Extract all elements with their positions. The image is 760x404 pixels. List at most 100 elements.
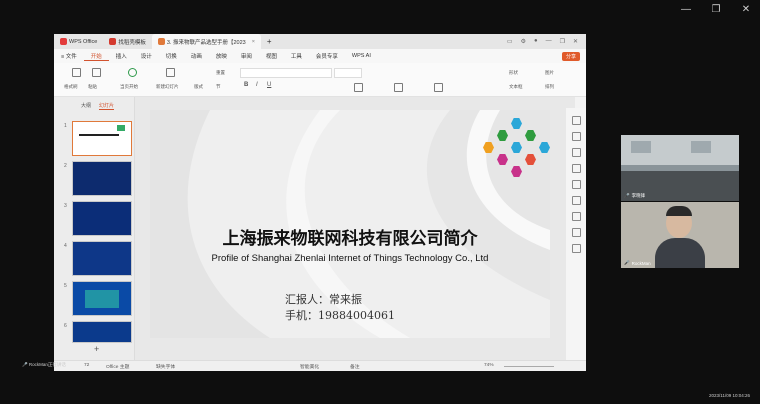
menu-review[interactable]: 审阅 [234,52,259,60]
slide-count: 72 [84,363,90,368]
status-bar: 72 Office 主题 缺失字体 智能美化 备注 74% [54,360,586,371]
tab-label: 3. 振来物联产品选型手册【2023 [166,39,246,46]
thumb-number: 1 [64,123,67,129]
theme-name[interactable]: Office 主题 [106,363,129,370]
property-icon[interactable] [572,116,581,125]
format-painter-label: 格式刷 [64,84,78,89]
maximize-icon[interactable]: ❐ [710,4,722,15]
slide-thumbnail-6[interactable] [72,321,132,343]
current-slide[interactable]: 上海振来物联网科技有限公司简介 Profile of Shanghai Zhen… [150,110,550,338]
textbox-label[interactable]: 文本框 [509,84,523,90]
minimize-icon[interactable]: — [546,38,552,45]
underline-button[interactable]: U [267,82,271,88]
video-tile-speaker[interactable]: 🎤 RockMan [621,202,739,268]
reset-label[interactable]: 重置 [216,70,225,76]
tab-label: WPS Office [69,38,98,45]
slide-thumbnail-2[interactable] [72,161,132,196]
tab-template[interactable]: 找稻壳模板 [103,34,152,49]
tab-outline[interactable]: 大纲 [81,102,91,110]
help-icon[interactable] [572,228,581,237]
video-tile-classroom[interactable]: 🎤 李晓锋 [621,135,739,201]
menu-design[interactable]: 设计 [134,52,159,60]
speaking-indicator: 🎤 RockMan正在讲话 [22,362,66,368]
animation-icon[interactable] [572,148,581,157]
slide-thumbnail-3[interactable] [72,201,132,236]
thumb-number: 6 [64,323,67,329]
bullets-icon[interactable] [394,83,403,92]
add-slide-button[interactable]: + [94,344,99,354]
menu-bar: ≡ 文件 开始 插入 设计 切换 动画 放映 审阅 视图 工具 会员专享 WPS… [54,49,586,63]
bold-button[interactable]: B [244,82,248,88]
arrange-label[interactable]: 排列 [545,84,554,90]
slide-thumbnail-1[interactable] [72,121,132,156]
menu-file[interactable]: ≡ 文件 [54,52,84,60]
menu-member[interactable]: 会员专享 [309,52,345,60]
menu-wps-ai[interactable]: WPS AI [345,53,378,59]
slide-reporter: 汇报人：常来振 [285,293,362,306]
tab-wps-office[interactable]: WPS Office [54,34,103,49]
new-tab-button[interactable]: + [261,34,278,49]
font-name-select[interactable] [240,68,332,78]
tab-close-icon[interactable]: × [252,39,255,45]
shape-label[interactable]: 形状 [509,70,518,76]
minimize-icon[interactable]: — [680,4,692,15]
thumb-number: 4 [64,243,67,249]
close-icon[interactable]: ✕ [740,4,752,15]
play-icon[interactable] [128,68,137,77]
new-slide-label: 新建幻灯片 [156,84,179,89]
menu-animation[interactable]: 动画 [184,52,209,60]
tab-slides[interactable]: 幻灯片 [99,102,115,110]
paste-icon[interactable] [92,68,101,77]
smart-beautify-button[interactable]: 智能美化 [300,363,319,370]
zoom-slider[interactable] [504,366,554,367]
title-bar-icons: ▭ ⚙ ● — ❐ ✕ [507,38,586,45]
select-icon[interactable] [572,180,581,189]
menu-view[interactable]: 视图 [259,52,284,60]
participant-name: 李晓锋 [631,193,646,198]
menu-transition[interactable]: 切换 [159,52,184,60]
share-icon[interactable] [572,212,581,221]
restore-icon[interactable]: ❐ [560,38,565,45]
ppt-icon [157,38,165,45]
menu-insert[interactable]: 插入 [109,52,134,60]
section-label[interactable]: 节 [216,84,221,90]
layout-icon[interactable]: ▭ [507,38,513,45]
participant-label: 🎤 李晓锋 [624,193,645,199]
notes-button[interactable]: 备注 [350,363,360,370]
slide-thumbnail-5[interactable] [72,281,132,316]
missing-font[interactable]: 缺失字体 [156,363,175,370]
layout-label[interactable]: 版式 [194,84,203,90]
font-size-select[interactable] [334,68,362,78]
tab-document[interactable]: 3. 振来物联产品选型手册【2023 × [151,34,261,49]
right-side-toolbar [566,108,586,360]
speaker-name: RockMan正在讲话 [28,362,66,367]
backup-icon[interactable] [572,196,581,205]
close-icon[interactable]: ✕ [573,38,578,45]
line-spacing-icon[interactable] [434,83,443,92]
transition-icon[interactable] [572,164,581,173]
thumb-number: 2 [64,163,67,169]
mic-icon: 🎤 [624,193,630,198]
menu-tools[interactable]: 工具 [284,52,309,60]
settings-icon[interactable]: ⚙ [521,38,526,45]
align-icon[interactable] [354,83,363,92]
timestamp: 2023/11/09 10:04:26 [709,393,750,398]
style-icon[interactable] [572,132,581,141]
tab-bar: WPS Office 找稻壳模板 3. 振来物联产品选型手册【2023 × + … [54,34,586,49]
slide-title-cn: 上海振来物联网科技有限公司简介 [222,229,478,249]
mic-icon: 🎤 [22,362,28,367]
more-icon[interactable] [572,244,581,253]
menu-home[interactable]: 开始 [83,52,109,61]
picture-label[interactable]: 图片 [545,70,554,76]
avatar[interactable]: ● [534,38,538,45]
slide-thumbnail-4[interactable] [72,241,132,276]
menu-slideshow[interactable]: 放映 [209,52,234,60]
italic-button[interactable]: I [256,82,258,88]
slide-thumbnail-panel: 大纲 幻灯片 1 2 3 4 5 6 + [54,97,135,360]
share-button[interactable]: 分享 [561,51,580,61]
thumb-number: 3 [64,203,67,209]
zoom-level[interactable]: 74% [484,363,494,368]
ribbon-toolbar: 格式刷 粘贴 当页开始 新建幻灯片 版式 节 重置 B I U 形状 文本框 图… [54,63,586,97]
format-painter-icon[interactable] [72,68,81,77]
new-slide-icon[interactable] [166,68,175,77]
